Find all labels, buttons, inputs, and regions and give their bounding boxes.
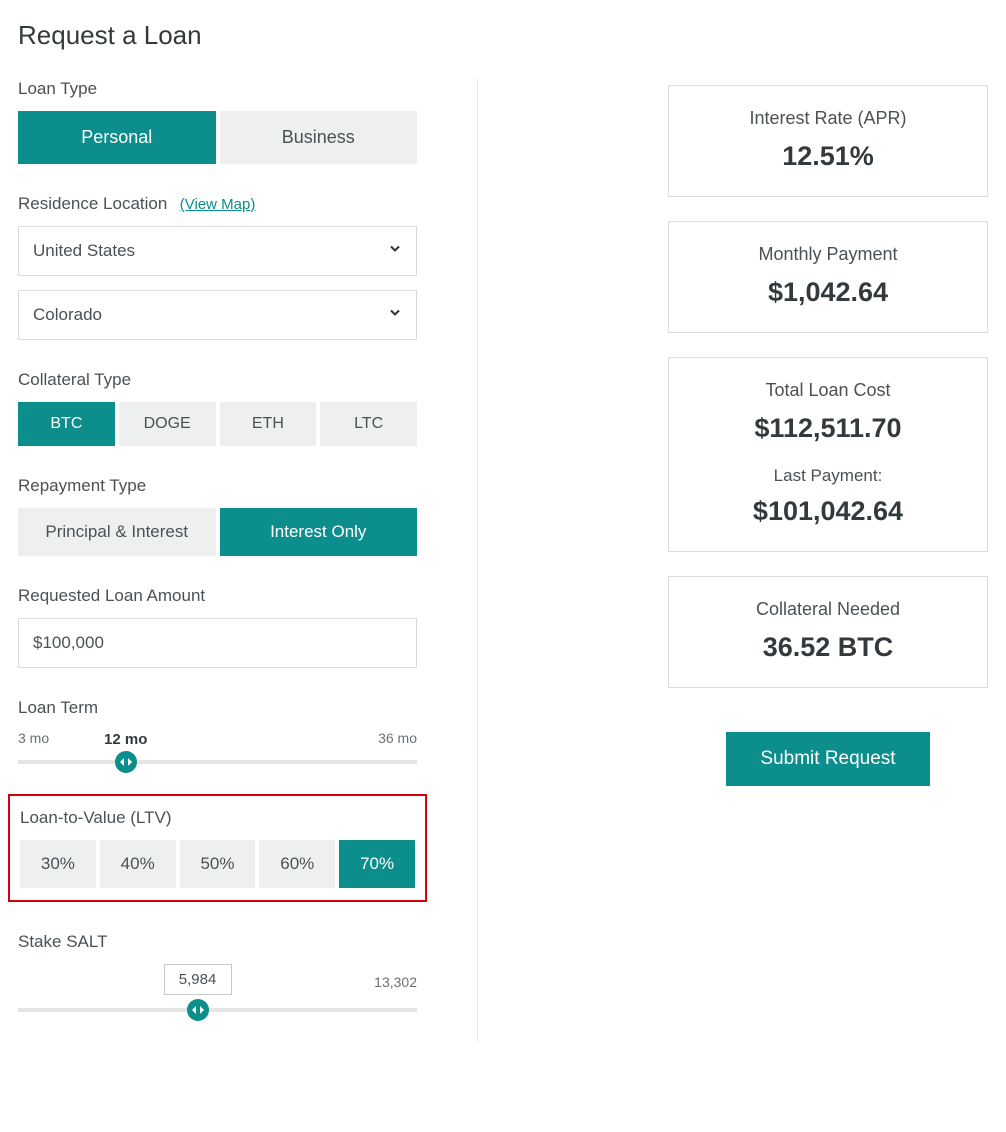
loan-type-personal[interactable]: Personal	[18, 111, 216, 164]
ltv-highlight-box: Loan-to-Value (LTV) 30% 40% 50% 60% 70%	[8, 794, 427, 902]
requested-amount-input[interactable]	[18, 618, 417, 668]
state-select[interactable]: Colorado	[18, 290, 417, 340]
page-title: Request a Loan	[18, 20, 988, 51]
loan-type-label: Loan Type	[18, 79, 417, 99]
repayment-type-toggle: Principal & Interest Interest Only	[18, 508, 417, 556]
ltv-30[interactable]: 30%	[20, 840, 96, 888]
residence-label: Residence Location	[18, 194, 167, 213]
stake-slider[interactable]	[18, 1008, 417, 1012]
repayment-io[interactable]: Interest Only	[220, 508, 418, 556]
collateral-type-toggle: BTC DOGE ETH LTC	[18, 402, 417, 446]
loan-type-toggle: Personal Business	[18, 111, 417, 164]
collateral-doge[interactable]: DOGE	[119, 402, 216, 446]
collateral-btc[interactable]: BTC	[18, 402, 115, 446]
loan-type-business[interactable]: Business	[220, 111, 418, 164]
requested-amount-label: Requested Loan Amount	[18, 586, 417, 606]
loan-term-current: 12 mo	[104, 731, 147, 748]
stake-input[interactable]	[164, 964, 232, 995]
total-cost-value: $112,511.70	[689, 413, 967, 444]
monthly-payment-value: $1,042.64	[689, 277, 967, 308]
ltv-40[interactable]: 40%	[100, 840, 176, 888]
ltv-70[interactable]: 70%	[339, 840, 415, 888]
last-payment-label: Last Payment:	[689, 466, 967, 486]
loan-term-max: 36 mo	[378, 730, 417, 746]
stake-max: 13,302	[374, 974, 417, 990]
interest-rate-label: Interest Rate (APR)	[689, 108, 967, 129]
collateral-ltc[interactable]: LTC	[320, 402, 417, 446]
monthly-payment-label: Monthly Payment	[689, 244, 967, 265]
ltv-toggle: 30% 40% 50% 60% 70%	[20, 840, 415, 888]
loan-term-min: 3 mo	[18, 730, 49, 746]
submit-request-button[interactable]: Submit Request	[726, 732, 929, 786]
collateral-needed-value: 36.52 BTC	[689, 632, 967, 663]
collateral-needed-label: Collateral Needed	[689, 599, 967, 620]
total-cost-card: Total Loan Cost $112,511.70 Last Payment…	[668, 357, 988, 552]
stake-label: Stake SALT	[18, 932, 417, 952]
view-map-link[interactable]: (View Map)	[180, 196, 256, 213]
collateral-type-label: Collateral Type	[18, 370, 417, 390]
ltv-60[interactable]: 60%	[259, 840, 335, 888]
interest-rate-card: Interest Rate (APR) 12.51%	[668, 85, 988, 197]
interest-rate-value: 12.51%	[689, 141, 967, 172]
total-cost-label: Total Loan Cost	[689, 380, 967, 401]
loan-term-label: Loan Term	[18, 698, 417, 718]
loan-term-handle[interactable]	[115, 751, 137, 773]
stake-handle[interactable]	[187, 999, 209, 1021]
collateral-eth[interactable]: ETH	[220, 402, 317, 446]
ltv-50[interactable]: 50%	[180, 840, 256, 888]
country-select[interactable]: United States	[18, 226, 417, 276]
collateral-needed-card: Collateral Needed 36.52 BTC	[668, 576, 988, 688]
ltv-label: Loan-to-Value (LTV)	[20, 808, 415, 828]
repayment-type-label: Repayment Type	[18, 476, 417, 496]
loan-term-slider[interactable]	[18, 760, 417, 764]
monthly-payment-card: Monthly Payment $1,042.64	[668, 221, 988, 333]
last-payment-value: $101,042.64	[689, 496, 967, 527]
repayment-pi[interactable]: Principal & Interest	[18, 508, 216, 556]
